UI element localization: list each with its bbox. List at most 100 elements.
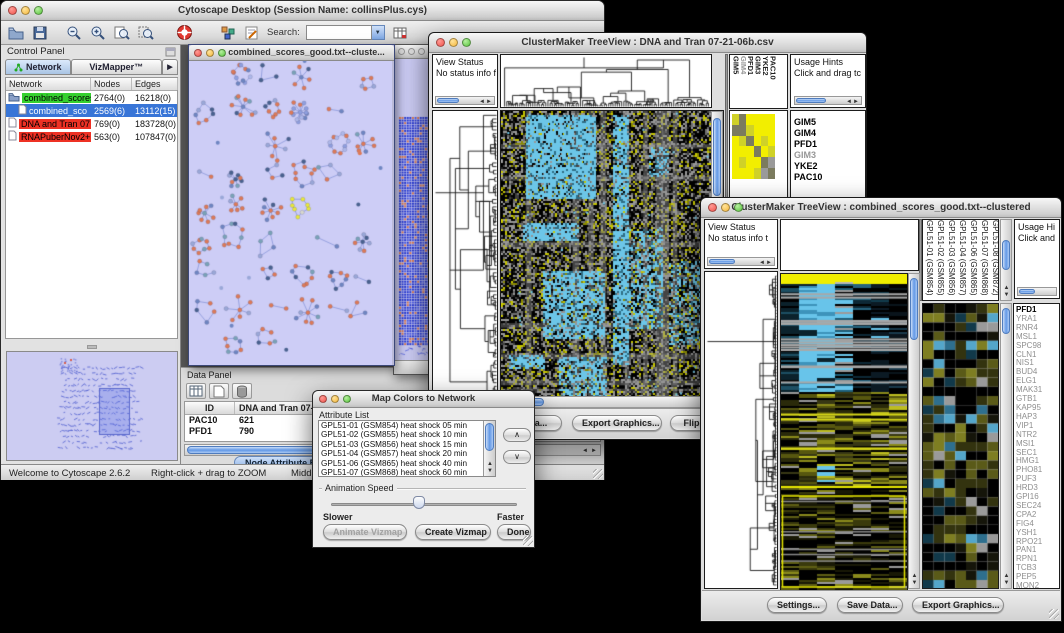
tv2-heatmap-vscroll-thumb[interactable]: [910, 278, 918, 340]
matrix-cell[interactable]: [768, 146, 775, 157]
tv1-row-label[interactable]: PAC10: [794, 172, 865, 183]
matrix-cell[interactable]: [761, 157, 768, 168]
tv2-row-dendrogram[interactable]: [705, 272, 777, 588]
tv2-column-label[interactable]: GPL51-02 (GSM855): [935, 220, 946, 296]
matrix-cell[interactable]: [754, 157, 761, 168]
tab-network[interactable]: Network: [5, 59, 71, 75]
tv2-usage-scroll-thumb[interactable]: [1019, 289, 1035, 294]
matrix-cell[interactable]: [739, 136, 746, 147]
matrix-cell[interactable]: [754, 136, 761, 147]
dialog-titlebar[interactable]: Map Colors to Network: [313, 391, 534, 408]
scroll-down-arrow[interactable]: ▼: [912, 580, 918, 586]
close-button[interactable]: [708, 203, 717, 212]
tv1-status-scroll-thumb[interactable]: [437, 98, 459, 103]
tv2-zoom-heatmap[interactable]: [923, 304, 998, 588]
tv2-status-scroll-thumb[interactable]: [709, 259, 735, 264]
matrix-cell[interactable]: [739, 168, 746, 179]
tv1-row-label[interactable]: PFD1: [794, 139, 865, 150]
tv1-row-label[interactable]: GIM5: [794, 117, 865, 128]
tv1-row-label[interactable]: GIM3: [794, 150, 865, 161]
zoom-button[interactable]: [734, 203, 743, 212]
tv1-row-label[interactable]: YKE2: [794, 161, 865, 172]
zoom-button[interactable]: [343, 395, 351, 403]
export-graphics-button[interactable]: Export Graphics...: [912, 597, 1004, 613]
minimize-button[interactable]: [21, 6, 30, 15]
attribute-list[interactable]: GPL51-01 (GSM854) heat shock 05 minGPL51…: [318, 420, 496, 477]
matrix-cell[interactable]: [746, 125, 753, 136]
tab-vizmapper[interactable]: VizMapper™: [71, 59, 162, 75]
attribute-list-item[interactable]: GPL51-07 (GSM868) heat shock 60 min: [319, 468, 483, 476]
minimize-button[interactable]: [408, 48, 415, 55]
matrix-cell[interactable]: [761, 168, 768, 179]
search-dropdown-button[interactable]: ▼: [372, 25, 385, 40]
attribute-list-scrollbar[interactable]: ▲ ▼: [483, 421, 495, 476]
matrix-cell[interactable]: [746, 146, 753, 157]
matrix-cell[interactable]: [761, 125, 768, 136]
matrix-cell[interactable]: [754, 168, 761, 179]
zoom-button[interactable]: [462, 38, 471, 47]
tv1-zoom-matrix[interactable]: [732, 114, 775, 179]
annotation-icon[interactable]: [243, 24, 261, 42]
matrix-cell[interactable]: [768, 136, 775, 147]
open-file-icon[interactable]: [7, 24, 25, 42]
zoom-button[interactable]: [418, 48, 425, 55]
minimize-button[interactable]: [206, 49, 214, 57]
scroll-down-arrow[interactable]: ▼: [1004, 580, 1010, 586]
network-row[interactable]: RNAPuberNov2+!563(0)107847(0): [6, 130, 177, 143]
matrix-cell[interactable]: [761, 146, 768, 157]
tv1-row-label[interactable]: GIM4: [794, 128, 865, 139]
zoom-button[interactable]: [34, 6, 43, 15]
matrix-cell[interactable]: [739, 157, 746, 168]
resize-grip[interactable]: [1049, 609, 1059, 619]
attribute-list-item[interactable]: GPL51-06 (GSM865) heat shock 40 min: [319, 459, 483, 468]
treeview2-titlebar[interactable]: ClusterMaker TreeView : combined_scores_…: [701, 198, 1061, 218]
scroll-down-arrow[interactable]: ▼: [1004, 292, 1010, 298]
matrix-cell[interactable]: [768, 125, 775, 136]
tv2-column-label[interactable]: GPL51-01 (GSM854): [924, 220, 935, 296]
animation-speed-slider-thumb[interactable]: [413, 496, 425, 509]
tv2-heatmap[interactable]: [781, 274, 907, 590]
matrix-cell[interactable]: [739, 146, 746, 157]
attribute-list-item[interactable]: GPL51-04 (GSM857) heat shock 20 min: [319, 449, 483, 458]
scroll-left-arrow[interactable]: ◄: [846, 99, 852, 105]
matrix-cell[interactable]: [739, 125, 746, 136]
minimize-button[interactable]: [721, 203, 730, 212]
tv2-zoom-vscroll-thumb[interactable]: [1002, 308, 1010, 334]
attribute-select-icon[interactable]: [186, 383, 206, 399]
birds-eye-canvas[interactable]: [7, 352, 177, 460]
save-data-button[interactable]: Save Data...: [837, 597, 903, 613]
scroll-up-arrow[interactable]: ▲: [1004, 573, 1010, 579]
tv1-usage-scroll-thumb[interactable]: [796, 98, 826, 103]
float-panel-icon[interactable]: [165, 47, 176, 60]
close-button[interactable]: [8, 6, 17, 15]
scroll-right-arrow[interactable]: ►: [591, 448, 597, 454]
tv2-column-label[interactable]: GPL51-08 (GSM872): [990, 220, 999, 296]
tv2-column-label[interactable]: GPL51-04 (GSM857): [957, 220, 968, 296]
tv1-heatmap[interactable]: [501, 111, 711, 396]
matrix-cell[interactable]: [732, 114, 739, 125]
scroll-up-arrow[interactable]: ▲: [912, 573, 918, 579]
matrix-cell[interactable]: [739, 114, 746, 125]
matrix-cell[interactable]: [732, 168, 739, 179]
minimize-button[interactable]: [331, 395, 339, 403]
zoom-selected-icon[interactable]: [137, 24, 155, 42]
matrix-cell[interactable]: [761, 136, 768, 147]
matrix-cell[interactable]: [746, 157, 753, 168]
scroll-up-arrow[interactable]: ▲: [1004, 285, 1010, 291]
tab-overflow-arrow[interactable]: ▶: [162, 59, 178, 75]
matrix-cell[interactable]: [754, 125, 761, 136]
network-list-header[interactable]: Network Nodes Edges: [6, 78, 177, 91]
export-graphics-button[interactable]: Export Graphics...: [572, 415, 662, 431]
settings-button[interactable]: Settings...: [767, 597, 827, 613]
close-button[interactable]: [398, 48, 405, 55]
zoom-in-icon[interactable]: [89, 24, 107, 42]
scroll-right-arrow[interactable]: ►: [853, 99, 859, 105]
tv1-usage-scrollbar[interactable]: ◄ ►: [794, 96, 862, 105]
move-down-button[interactable]: ∨: [503, 450, 531, 464]
scroll-left-arrow[interactable]: ◄: [759, 260, 765, 266]
tv2-labels-vscrollbar[interactable]: ▲ ▼: [1000, 219, 1012, 301]
scroll-left-arrow[interactable]: ◄: [479, 99, 485, 105]
tv2-labels-scroll-thumb[interactable]: [1002, 240, 1010, 270]
attribute-list-scroll-thumb[interactable]: [485, 423, 494, 451]
tv1-status-scrollbar[interactable]: ◄ ►: [435, 96, 495, 105]
